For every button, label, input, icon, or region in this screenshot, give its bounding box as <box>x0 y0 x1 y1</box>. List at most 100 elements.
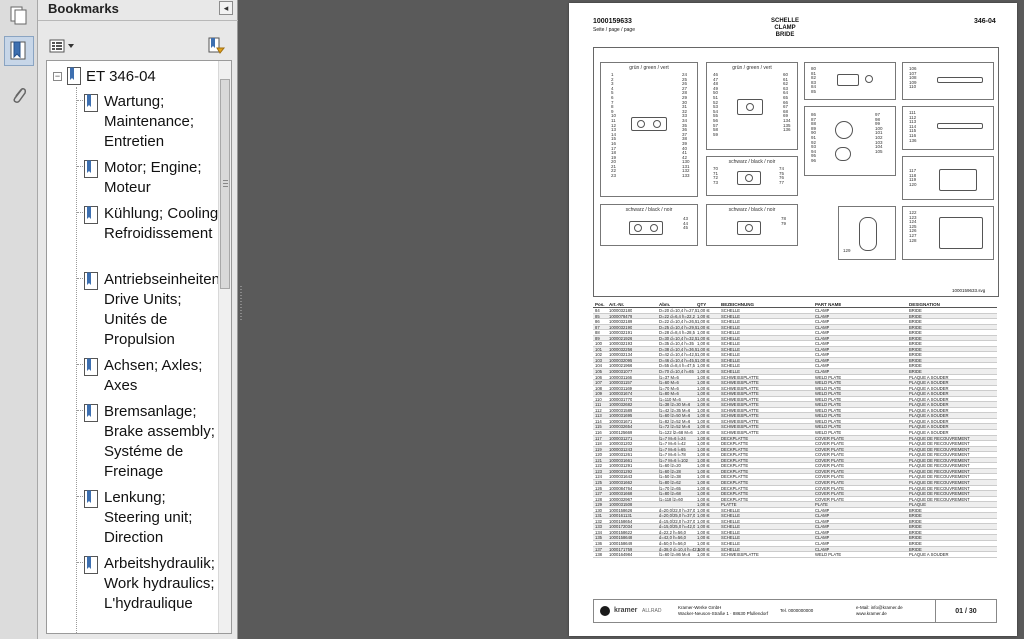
bookmark-label: Lenkung; Steering unit; Direction <box>104 489 193 546</box>
part-number: 1000159633 <box>593 18 632 25</box>
navigation-toolstrip <box>0 0 38 639</box>
page-number: 01 / 30 <box>935 600 996 622</box>
bookmark-label: Achsen; Axles; Axes <box>104 357 203 394</box>
bookmark-action-icon <box>208 37 226 54</box>
options-menu-icon <box>49 39 74 53</box>
column-header: DESIGNATION <box>909 302 940 307</box>
pages-icon[interactable] <box>4 0 34 30</box>
bookmark-item-steering[interactable]: Lenkung; Steering unit; Direction <box>83 488 223 548</box>
table-row: 138 1000164984 l1=60 l2=86 M=6 1,00 st SCHWE… <box>593 552 997 558</box>
diagram-clamp-loop: 86 87 88 89 90 91 92 93 94 95 96 97 98 9… <box>804 106 896 176</box>
panel-splitter[interactable] <box>238 0 244 639</box>
bookmark-label: Motor; Engine; Moteur <box>104 159 202 196</box>
bookmark-icon <box>84 160 98 178</box>
diagram-positions: 70 71 72 73 <box>713 166 719 185</box>
parts-table: Pos. Art.-Nr. Abm. QTY BEZEICHNUNG PART … <box>593 301 997 558</box>
tree-guide-line <box>76 87 78 633</box>
table-cell: 138 <box>595 552 602 558</box>
collapse-panel-button[interactable]: ◂ <box>219 1 233 15</box>
table-body: 84 1000032180 D=20 d=10,4 h=27,5 1,00 st SCH… <box>593 308 997 558</box>
company-web: www.kramer.de <box>856 611 887 616</box>
table-cell: PLAQUE A SOUDER <box>909 552 949 558</box>
bookmark-item-drive-units[interactable]: Antriebseinheiten; Drive Units; Unités d… <box>83 270 224 350</box>
bookmark-item-work-hydraulics[interactable]: Arbeitshydraulik; Work hydraulics; L'hyd… <box>83 554 223 614</box>
company-phone: Tel. 0000000000 <box>780 608 814 613</box>
diagram-positions: 78 79 <box>781 216 787 226</box>
diagram-clamp-green-single: grün / green / vert 46 47 48 49 50 51 52… <box>706 62 798 150</box>
diagram-weld-plate: 106 107 108 109 110 <box>902 62 994 100</box>
column-header: Abm. <box>659 302 671 307</box>
diagram-positions: 74 75 76 77 <box>779 166 785 185</box>
bookmark-icon <box>84 272 98 290</box>
diagram-positions: 106 107 108 109 110 <box>909 66 917 90</box>
bookmark-tree: − ET 346-04 Wartung; Maintenance; Entret… <box>46 60 232 634</box>
diagram-label: schwarz / black / noir <box>625 207 673 213</box>
table-cell: 1000164984 <box>609 552 633 558</box>
table-cell: SCHWEISSPLATTE <box>721 552 759 558</box>
panel-divider <box>38 20 238 21</box>
title-en: CLAMP <box>774 25 796 31</box>
diagram-positions: 111 112 113 114 115 116 136 <box>909 110 917 143</box>
diagram-positions: 60 61 62 63 64 65 66 67 68 69 134 135 13… <box>783 72 791 133</box>
bookmark-item-axles[interactable]: Achsen; Axles; Axes <box>83 356 223 396</box>
bookmark-icon <box>84 94 98 112</box>
bookmark-item-brakes[interactable]: Bremsanlage; Brake assembly; Systéme de … <box>83 402 223 482</box>
bookmark-label: Wartung; Maintenance; Entretien <box>104 93 195 150</box>
column-header: BEZEICHNUNG <box>721 302 755 307</box>
page-footer: kramer ALLRAD Kramer-Werke GmbH Wacker-N… <box>593 599 997 623</box>
bookmark-icon <box>84 490 98 508</box>
diagram-positions: 80 81 82 83 84 85 <box>811 66 817 94</box>
diagram-clamp-black-double: schwarz / black / noir 43 44 45 <box>600 204 698 246</box>
diagram-reference: 1000159633.svg <box>952 288 986 293</box>
bookmark-item-engine[interactable]: Motor; Engine; Moteur <box>83 158 223 198</box>
bookmark-icon <box>84 556 98 574</box>
diagram-clamp-black-single: schwarz / black / noir 70 71 72 73 74 75… <box>706 156 798 196</box>
diagram-cover-plate: 117 118 119 120 <box>902 156 994 200</box>
diagram-positions: 46 47 48 49 50 51 52 53 54 55 56 57 58 5… <box>713 72 719 137</box>
bookmarks-panel: Bookmarks ◂ − ET 346-04 Wartung; Mainten… <box>38 0 238 639</box>
bookmark-icon <box>84 206 98 224</box>
tree-scrollbar[interactable] <box>218 61 231 633</box>
bookmark-root-label: ET 346-04 <box>86 67 156 85</box>
doc-code: 346-04 <box>974 18 996 25</box>
title-fr: BRIDE <box>775 32 795 38</box>
company-address: Wacker-Neuson-Straße 1 · 88630 Pfullendo… <box>678 611 769 616</box>
diagram-weld-plate-2: 111 112 113 114 115 116 136 <box>902 106 994 150</box>
panel-title: Bookmarks <box>48 1 119 16</box>
table-cell: 1,00 st <box>697 552 710 558</box>
options-menu-button[interactable] <box>49 37 75 55</box>
bookmark-label: Arbeitshydraulik; Work hydraulics; L'hyd… <box>104 555 215 612</box>
scrollbar-thumb[interactable] <box>220 79 230 289</box>
page-caption: Seite / page / page <box>593 27 635 33</box>
diagram-positions: 1 2 3 4 5 6 7 8 9 10 11 12 13 14 15 16 1… <box>611 72 617 179</box>
column-header: QTY <box>697 302 707 307</box>
bookmark-root[interactable]: − ET 346-04 <box>53 67 156 85</box>
diagram-positions: 97 98 99 100 101 102 103 104 105 <box>875 112 883 154</box>
bookmark-item-cooling[interactable]: Kühlung; Cooling; Refroidissement <box>83 204 223 244</box>
diagram-positions: 24 25 26 27 28 29 30 31 32 33 34 35 36 3… <box>682 72 690 179</box>
diagram-clamp-p: 80 81 82 83 84 85 <box>804 62 896 100</box>
diagram-positions: 117 118 119 120 <box>909 168 917 187</box>
column-header: PART NAME <box>815 302 842 307</box>
bookmark-label: Kühlung; Cooling; Refroidissement <box>104 205 223 242</box>
diagram-label: grün / green / vert <box>732 65 772 71</box>
diagram-positions: 43 44 45 <box>683 216 689 231</box>
bookmark-action-button[interactable] <box>206 36 226 56</box>
bookmark-item-maintenance[interactable]: Wartung; Maintenance; Entretien <box>83 92 223 152</box>
diagram-label: schwarz / black / noir <box>728 207 776 213</box>
diagram-clamp-black-small: schwarz / black / noir 78 79 <box>706 204 798 246</box>
paperclip-icon[interactable] <box>4 80 34 110</box>
company-email: e-Mail: info@kramer.de <box>856 605 903 610</box>
column-header: Art.-Nr. <box>609 302 625 307</box>
bookmark-icon[interactable] <box>4 36 34 66</box>
diagram-cover-plate-2: 122 123 124 125 126 127 128 <box>902 206 994 260</box>
brand-logo-icon <box>600 606 610 616</box>
bookmark-icon <box>84 404 98 422</box>
bookmark-label: Bremsanlage; Brake assembly; Systéme de … <box>104 403 215 480</box>
bookmark-icon <box>84 358 98 376</box>
diagram-plate: 129 <box>838 206 896 260</box>
company-name: Kramer-Werke GmbH <box>678 605 722 610</box>
brand-name: kramer <box>614 607 638 614</box>
diagram-label: schwarz / black / noir <box>728 159 776 165</box>
collapse-toggle[interactable]: − <box>53 71 62 81</box>
